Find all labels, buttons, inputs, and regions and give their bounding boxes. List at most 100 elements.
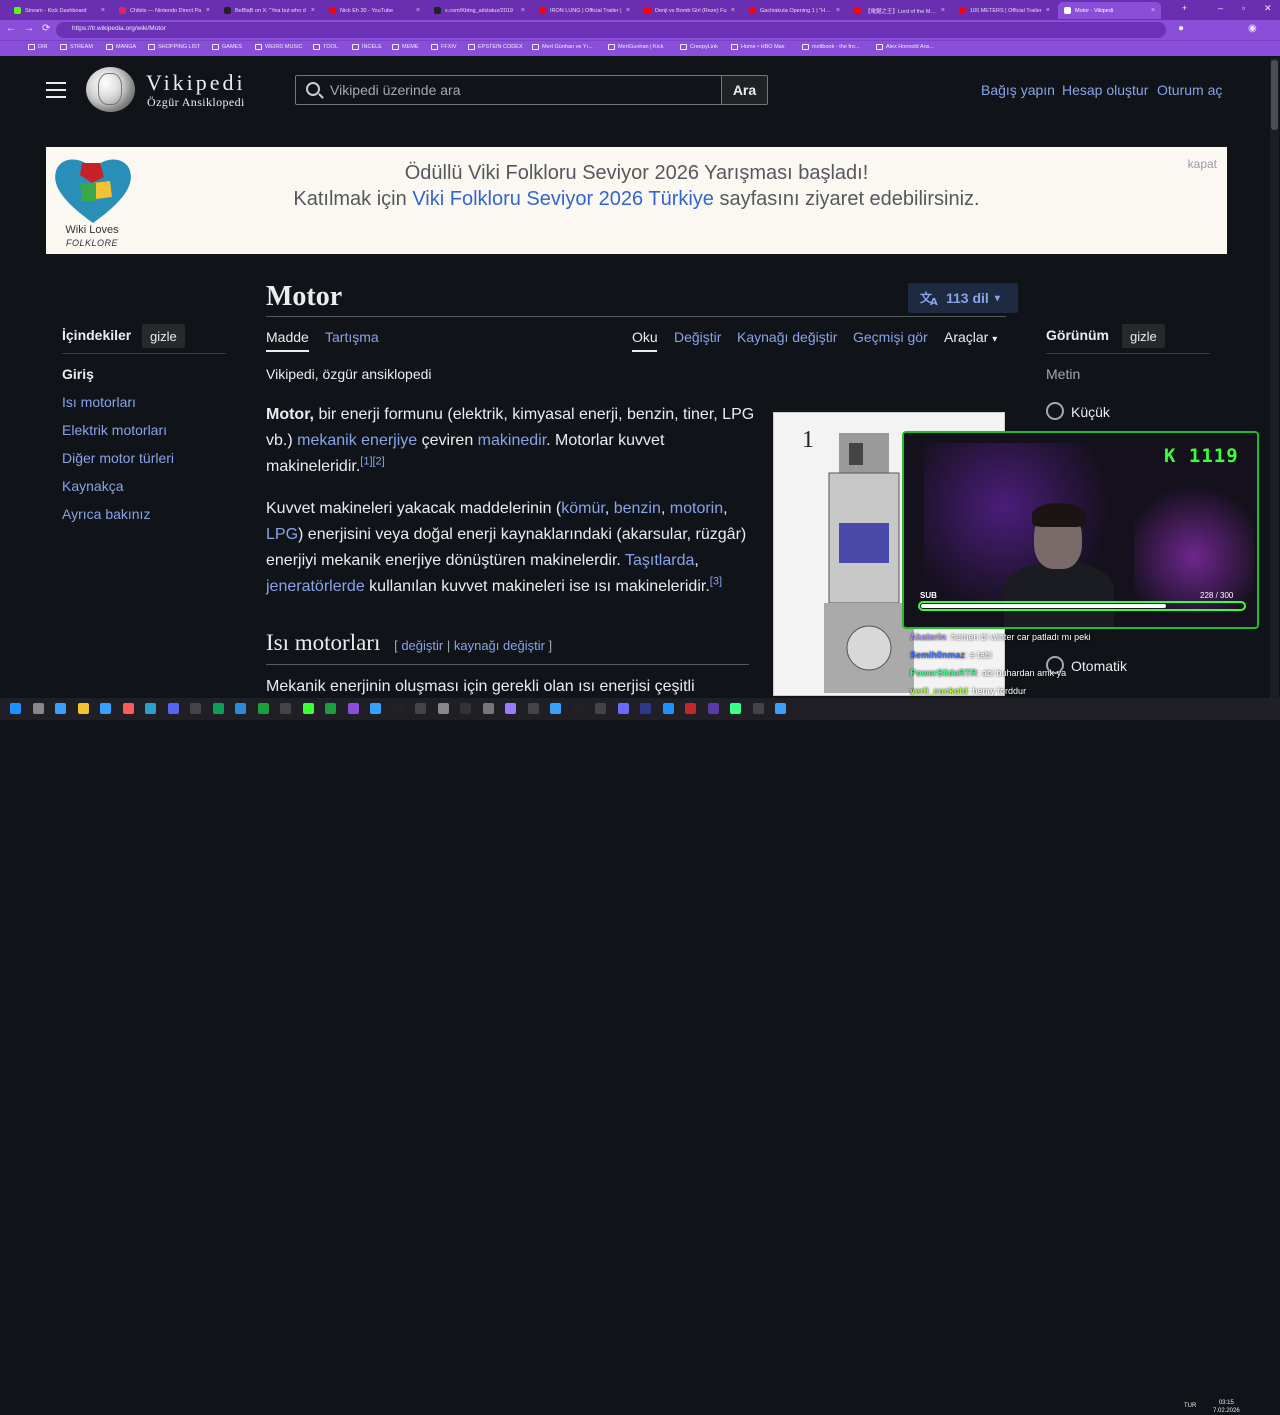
browser-tab[interactable]: 【電鋸之王】Lord of the Myst ×	[848, 2, 951, 19]
bookmark-item[interactable]: Alex Honnold Ans...	[876, 44, 934, 50]
tab-history[interactable]: Geçmişi gör	[853, 329, 928, 345]
text-size-small-radio[interactable]	[1046, 402, 1064, 420]
bookmark-item[interactable]: MANGA	[106, 44, 136, 50]
bookmark-item[interactable]: CreepyLink	[680, 44, 718, 50]
close-tab-icon[interactable]: ×	[731, 7, 735, 14]
donate-link[interactable]: Bağış yapın	[981, 82, 1055, 98]
maximize-icon[interactable]: ▫	[1242, 3, 1245, 13]
taskbar-app-icon[interactable]	[100, 703, 111, 714]
browser-tab[interactable]: Denji vs Bomb Girl (Reze) Fu ×	[638, 2, 741, 19]
taskbar-app-icon[interactable]	[347, 703, 359, 714]
taskbar-app-icon[interactable]	[415, 703, 426, 714]
close-tab-icon[interactable]: ×	[836, 7, 840, 14]
taskbar-app-icon[interactable]	[572, 703, 584, 714]
taskbar-app-icon[interactable]	[370, 703, 381, 714]
bookmark-item[interactable]: Home • HBO Max	[731, 44, 785, 50]
close-tab-icon[interactable]: ×	[311, 7, 315, 14]
toc-hide-button[interactable]: gizle	[142, 324, 185, 348]
bookmark-item[interactable]: WEIRD MUSIC	[255, 44, 303, 50]
page-scrollbar[interactable]	[1270, 58, 1279, 698]
browser-tab[interactable]: Gachiakuta Opening 1 | "HUG ×	[743, 2, 846, 19]
toc-item[interactable]: Diğer motor türleri	[62, 450, 174, 466]
bookmark-item[interactable]: SHOPPING LIST	[148, 44, 200, 50]
browser-tab[interactable]: 100 METERS | Official Trailer ×	[953, 2, 1056, 19]
link-tasit[interactable]: Taşıtlarda	[625, 552, 694, 569]
minimize-icon[interactable]: –	[1218, 3, 1223, 13]
bookmark-item[interactable]: FFXIV	[431, 44, 457, 50]
link-komur[interactable]: kömür	[561, 500, 605, 517]
create-account-link[interactable]: Hesap oluştur	[1062, 82, 1148, 98]
profile-avatar[interactable]: ◉	[1248, 23, 1257, 34]
close-tab-icon[interactable]: ×	[206, 7, 210, 14]
browser-tab[interactable]: BeBlaB on X: "Yea but who d ×	[218, 2, 321, 19]
taskbar-app-icon[interactable]	[325, 703, 336, 714]
taskbar-app-icon[interactable]	[145, 703, 156, 714]
reload-icon[interactable]: ⟳	[42, 23, 50, 34]
taskbar-app-icon[interactable]	[122, 703, 134, 714]
taskbar-app-icon[interactable]	[662, 703, 674, 714]
toc-item[interactable]: Isı motorları	[62, 394, 136, 410]
taskbar-app-icon[interactable]	[527, 703, 539, 714]
toc-item[interactable]: Kaynakça	[62, 478, 123, 494]
forward-icon[interactable]: →	[24, 23, 34, 34]
browser-tab[interactable]: Chibiis — Nintendo Direct Pa ×	[113, 2, 216, 19]
bookmark-item[interactable]: moltbook - the fro...	[802, 44, 859, 50]
link-mekanik-enerji[interactable]: mekanik enerjiye	[297, 432, 417, 449]
close-tab-icon[interactable]: ×	[626, 7, 630, 14]
taskbar-app-icon[interactable]	[167, 703, 179, 714]
link-lpg[interactable]: LPG	[266, 526, 298, 543]
taskbar-app-icon[interactable]	[640, 703, 651, 714]
bookmark-item[interactable]: TOOL	[313, 44, 338, 50]
taskbar-app-icon[interactable]	[190, 703, 201, 714]
search-input[interactable]	[330, 81, 710, 99]
link-makine[interactable]: makinedir	[478, 432, 546, 449]
scrollbar-thumb[interactable]	[1271, 60, 1278, 130]
tools-menu[interactable]: Araçlar ▾	[944, 329, 997, 345]
bookmark-item[interactable]: GAMES	[212, 44, 242, 50]
bookmark-item[interactable]: STREAM	[60, 44, 93, 50]
bookmark-item[interactable]: MertGunhan | Kick	[608, 44, 663, 50]
close-tab-icon[interactable]: ×	[1151, 7, 1155, 14]
taskbar-app-icon[interactable]	[482, 703, 494, 714]
taskbar-app-icon[interactable]	[280, 703, 291, 714]
taskbar-app-icon[interactable]	[685, 703, 696, 714]
windows-start-icon[interactable]	[10, 703, 21, 714]
search-button[interactable]: Ara	[721, 75, 768, 105]
tab-article[interactable]: Madde	[266, 329, 309, 345]
taskbar-language[interactable]: TUR	[1184, 1403, 1196, 1409]
browser-tab[interactable]: Nick Eh 30 - YouTube ×	[323, 2, 426, 19]
ref-2[interactable]: [2]	[373, 456, 385, 468]
main-menu-icon[interactable]	[46, 82, 66, 98]
taskbar-app-icon[interactable]	[550, 703, 561, 714]
logo-wordmark[interactable]: Vikipedi	[146, 70, 246, 96]
close-window-icon[interactable]: ✕	[1264, 3, 1272, 14]
toc-item[interactable]: Giriş	[62, 366, 94, 382]
tab-read[interactable]: Oku	[632, 329, 658, 345]
taskbar-app-icon[interactable]	[392, 703, 404, 714]
toc-item[interactable]: Ayrıca bakınız	[62, 506, 150, 522]
taskbar-app-icon[interactable]	[730, 703, 741, 714]
taskbar-app-icon[interactable]	[752, 703, 764, 714]
link-motorin[interactable]: motorin	[670, 500, 723, 517]
close-tab-icon[interactable]: ×	[1046, 7, 1050, 14]
taskbar-app-icon[interactable]	[707, 703, 719, 714]
taskbar-app-icon[interactable]	[55, 703, 66, 714]
taskbar-app-icon[interactable]	[617, 703, 629, 714]
close-tab-icon[interactable]: ×	[416, 7, 420, 14]
taskbar-app-icon[interactable]	[77, 703, 89, 714]
taskbar-app-icon[interactable]	[595, 703, 606, 714]
tab-talk[interactable]: Tartışma	[325, 329, 379, 345]
bookmark-item[interactable]: MEME	[392, 44, 419, 50]
appearance-hide-button[interactable]: gizle	[1122, 324, 1165, 348]
taskbar-app-icon[interactable]	[257, 703, 269, 714]
bookmark-item[interactable]: DIR	[28, 44, 47, 50]
bookmark-item[interactable]: Mert Günhan ve Yı...	[532, 44, 593, 50]
browser-tab[interactable]: x.com/Kbtng_ai/status/2019 ×	[428, 2, 531, 19]
taskbar-app-icon[interactable]	[437, 703, 449, 714]
close-tab-icon[interactable]: ×	[941, 7, 945, 14]
close-tab-icon[interactable]: ×	[101, 7, 105, 14]
taskbar-app-icon[interactable]	[302, 703, 314, 714]
new-tab-icon[interactable]: +	[1182, 3, 1187, 13]
taskbar-app-icon[interactable]	[235, 703, 246, 714]
bookmark-item[interactable]: İNCELE	[352, 44, 382, 50]
